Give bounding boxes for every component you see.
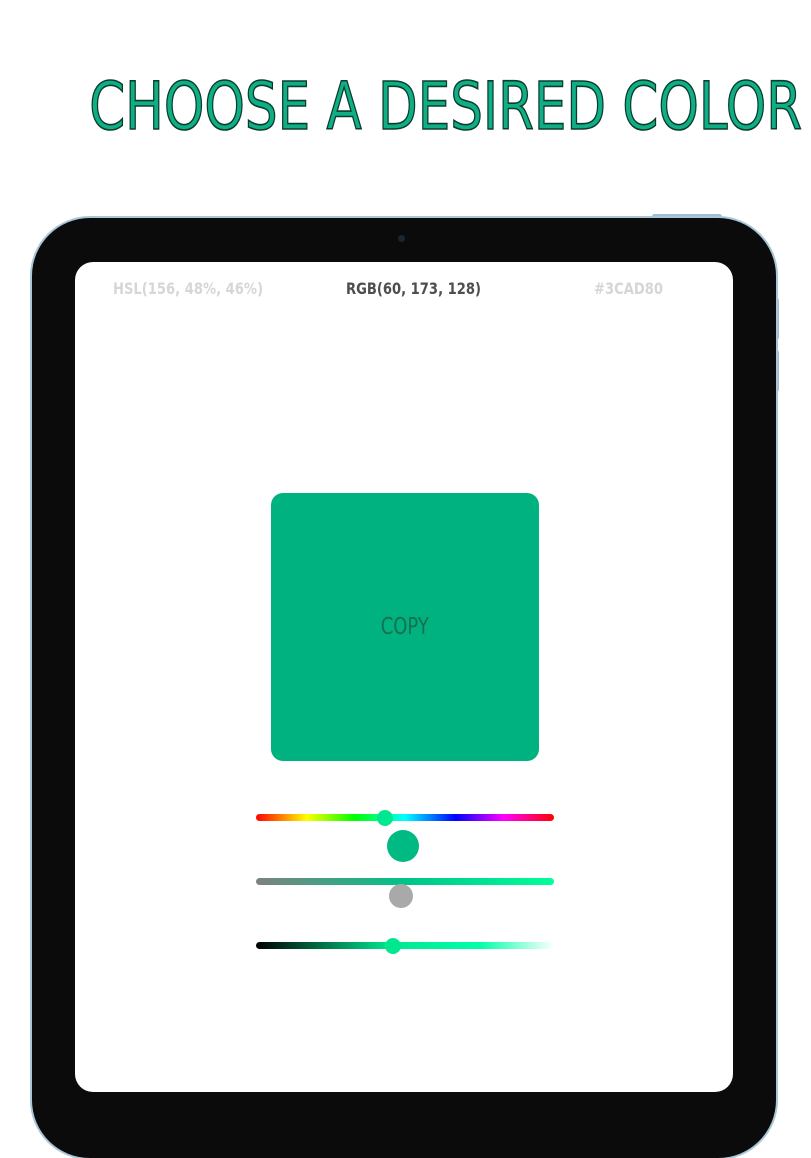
- copy-label: COPY: [380, 614, 430, 640]
- format-tab-hex[interactable]: #3CAD80: [594, 279, 663, 298]
- format-tab-hsl[interactable]: HSL(156, 48%, 46%): [113, 279, 263, 298]
- lightness-slider-thumb[interactable]: [385, 937, 402, 954]
- hue-preview-dot: [386, 830, 419, 862]
- front-camera: [398, 235, 405, 242]
- lightness-slider-track[interactable]: [256, 942, 554, 949]
- saturation-slider-thumb[interactable]: [389, 884, 414, 908]
- hue-slider-thumb[interactable]: [377, 809, 394, 826]
- color-swatch-copy-button[interactable]: COPY: [271, 493, 539, 761]
- format-tab-rgb[interactable]: RGB(60, 173, 128): [346, 279, 481, 298]
- hue-slider-track[interactable]: [256, 814, 554, 821]
- promo-headline: CHOOSE A DESIRED COLOR: [89, 67, 803, 146]
- app-screen: HSL(156, 48%, 46%) RGB(60, 173, 128) #3C…: [75, 262, 733, 1092]
